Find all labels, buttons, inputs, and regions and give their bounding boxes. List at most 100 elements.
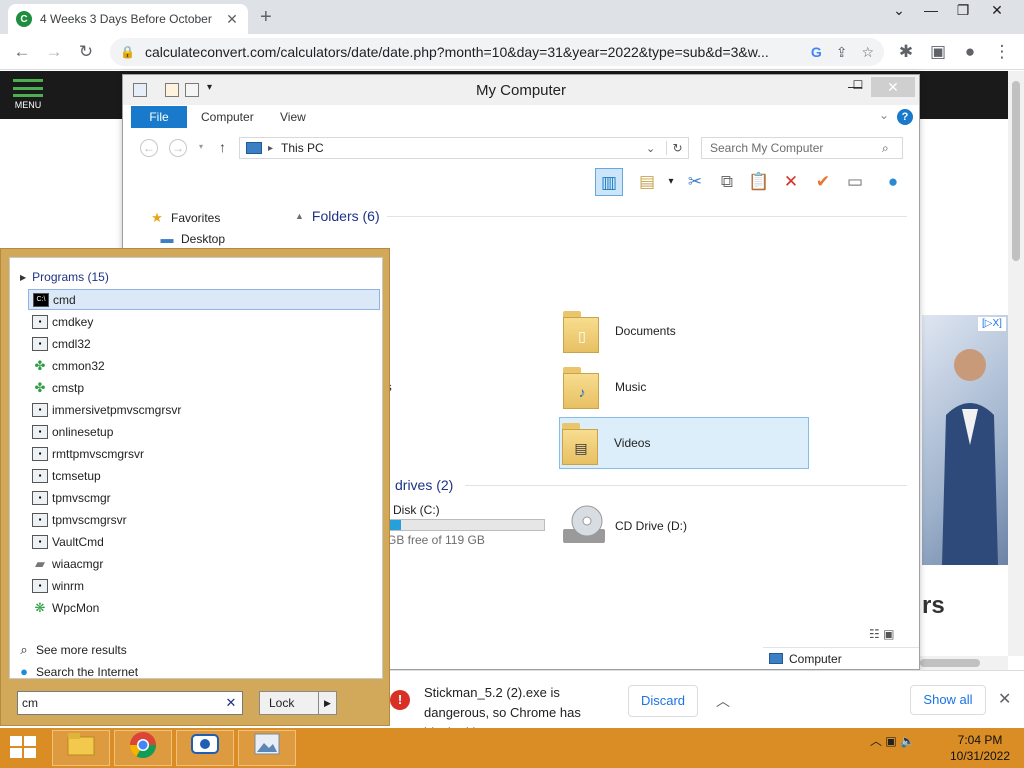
paste-icon[interactable]: 📋 — [745, 168, 773, 196]
explorer-maximize-icon[interactable]: ☐ — [849, 78, 867, 92]
ad-banner[interactable]: [▷X] — [922, 315, 1008, 565]
browser-tab[interactable]: C 4 Weeks 3 Days Before October ✕ — [8, 4, 248, 34]
forward-icon[interactable]: → — [42, 40, 66, 64]
google-icon[interactable]: G — [811, 44, 822, 60]
program-item-wpcmon[interactable]: ❋ WpcMon — [28, 597, 380, 618]
tab-file[interactable]: File — [131, 106, 187, 128]
expand-triangle-icon[interactable]: ▶ — [20, 273, 26, 282]
address-bar[interactable]: 🔒 calculateconvert.com/calculators/date/… — [110, 38, 884, 66]
url-text[interactable]: calculateconvert.com/calculators/date/da… — [145, 44, 797, 60]
photo-viewer-icon[interactable] — [238, 730, 296, 766]
share-icon[interactable]: ⇪ — [836, 44, 848, 61]
discard-button[interactable]: Discard — [628, 685, 698, 717]
explorer-forward-icon[interactable]: → — [169, 139, 187, 157]
breadcrumb-separator-icon[interactable]: ▸ — [268, 143, 273, 154]
nav-desktop[interactable]: ▬ Desktop — [159, 228, 226, 250]
ad-choices-badge[interactable]: [▷X] — [978, 317, 1006, 331]
search-query[interactable]: cm — [22, 696, 224, 710]
program-item-rmttpmvscmgrsvr[interactable]: ▪ rmttpmvscmgrsvr — [28, 443, 380, 464]
layout-pane-icon[interactable]: ▥ — [595, 168, 623, 196]
expand-ribbon-icon[interactable]: ⌄ — [879, 108, 889, 122]
profile-icon[interactable]: ● — [958, 40, 982, 64]
collapse-triangle-icon[interactable]: ▲ — [295, 211, 304, 221]
drives-group-header[interactable]: drives (2) — [395, 477, 453, 493]
program-item-onlinesetup[interactable]: ▪ onlinesetup — [28, 421, 380, 442]
sidepanel-icon[interactable]: ▣ — [926, 40, 950, 64]
program-item-winrm[interactable]: ▪ winrm — [28, 575, 380, 596]
explorer-back-icon[interactable]: ← — [140, 139, 158, 157]
console-app-icon: ▪ — [32, 446, 48, 461]
program-item-cmmon32[interactable]: ✤ cmmon32 — [28, 355, 380, 376]
show-all-button[interactable]: Show all — [910, 685, 986, 715]
program-item-cmstp[interactable]: ✤ cmstp — [28, 377, 380, 398]
address-dropdown-icon[interactable]: ⌄ — [646, 142, 666, 155]
site-menu-button[interactable]: MENU — [8, 79, 48, 110]
program-item-immersivetpmvscmgrsvr[interactable]: ▪ immersivetpmvscmgrsvr — [28, 399, 380, 420]
rename-icon[interactable]: ▭ — [841, 168, 869, 196]
close-download-shelf-icon[interactable]: ✕ — [998, 689, 1011, 709]
download-options-chevron-icon[interactable]: ︿ — [716, 691, 730, 711]
folder-documents[interactable]: ▯ Documents — [561, 305, 811, 357]
back-icon[interactable]: ← — [10, 40, 34, 64]
camera-app-icon[interactable] — [176, 730, 234, 766]
cut-icon[interactable]: ✂ — [681, 168, 709, 196]
view-toggle-icons[interactable]: ☷ ▣ — [869, 627, 894, 641]
program-item-vaultcmd[interactable]: ▪ VaultCmd — [28, 531, 380, 552]
explorer-address-bar[interactable]: ▸ This PC ⌄ ↻ — [239, 137, 689, 159]
extensions-icon[interactable]: ✱ — [894, 40, 918, 64]
power-options-arrow-icon[interactable]: ▶ — [318, 692, 336, 714]
window-close-icon[interactable]: ✕ — [982, 2, 1012, 19]
nav-favorites[interactable]: ★ Favorites — [149, 207, 220, 229]
program-item-tcmsetup[interactable]: ▪ tcmsetup — [28, 465, 380, 486]
tab-search-icon[interactable]: ⌄ — [884, 2, 914, 19]
program-item-tpmvscmgrsvr[interactable]: ▪ tpmvscmgrsvr — [28, 509, 380, 530]
explorer-close-icon[interactable]: ✕ — [871, 77, 915, 97]
window-restore-icon[interactable]: ❐ — [948, 2, 978, 19]
start-button-icon[interactable] — [10, 736, 38, 760]
drive-c[interactable]: Disk (C:) GB free of 119 GB — [381, 499, 565, 551]
lock-button[interactable]: Lock ▶ — [259, 691, 337, 715]
program-item-cmd[interactable]: C:\ cmd — [28, 289, 380, 310]
folder-music[interactable]: ♪ Music — [561, 361, 811, 413]
folder-videos[interactable]: ▤ Videos — [559, 417, 809, 469]
programs-header[interactable]: ▶ Programs (15) — [20, 270, 109, 284]
scrollbar-thumb[interactable] — [920, 659, 980, 667]
breadcrumb-this-pc[interactable]: This PC — [281, 141, 646, 155]
tab-close-icon[interactable]: ✕ — [224, 11, 240, 28]
search-icon[interactable]: ⌕ — [882, 141, 902, 156]
recent-locations-icon[interactable]: ▾ — [199, 142, 203, 151]
program-item-cmdl32[interactable]: ▪ cmdl32 — [28, 333, 380, 354]
file-explorer-icon[interactable] — [52, 730, 110, 766]
system-tray-icons[interactable]: ︿ ▣ 🔈 — [870, 732, 915, 749]
new-tab-icon[interactable]: + — [260, 6, 272, 29]
reload-icon[interactable]: ↻ — [74, 40, 98, 64]
network-globe-icon[interactable]: ● — [879, 168, 907, 196]
search-internet-link[interactable]: ● Search the Internet — [16, 664, 138, 679]
help-icon[interactable]: ? — [897, 109, 913, 125]
program-item-wiaacmgr[interactable]: ▰ wiaacmgr — [28, 553, 380, 574]
lock-icon[interactable]: 🔒 — [120, 45, 135, 59]
scrollbar-thumb[interactable] — [1012, 81, 1020, 261]
program-item-tpmvscmgr[interactable]: ▪ tpmvscmgr — [28, 487, 380, 508]
see-more-results-link[interactable]: ⌕ See more results — [16, 642, 126, 658]
up-icon[interactable]: ↑ — [219, 139, 226, 155]
star-icon[interactable]: ☆ — [861, 44, 874, 61]
select-check-icon[interactable]: ✔ — [809, 168, 837, 196]
tab-view[interactable]: View — [280, 110, 306, 124]
explorer-titlebar[interactable]: ▾ My Computer — ☐ ✕ — [123, 75, 919, 105]
start-search-input[interactable]: cm ✕ — [17, 691, 243, 715]
folders-group-header[interactable]: ▲ Folders (6) — [295, 208, 380, 224]
drive-d[interactable]: CD Drive (D:) — [561, 503, 741, 555]
tab-computer[interactable]: Computer — [201, 110, 254, 124]
chrome-icon[interactable] — [114, 730, 172, 766]
copy-icon[interactable]: ⧉ — [713, 168, 741, 196]
refresh-icon[interactable]: ↻ — [666, 141, 688, 155]
page-vertical-scrollbar[interactable] — [1008, 71, 1024, 656]
explorer-search-input[interactable]: Search My Computer ⌕ — [701, 137, 903, 159]
delete-icon[interactable]: ✕ — [777, 168, 805, 196]
window-minimize-icon[interactable]: — — [916, 2, 946, 18]
clock[interactable]: 7:04 PM 10/31/2022 — [944, 732, 1016, 764]
program-item-cmdkey[interactable]: ▪ cmdkey — [28, 311, 380, 332]
clear-search-icon[interactable]: ✕ — [224, 695, 238, 711]
kebab-menu-icon[interactable]: ⋮ — [990, 40, 1014, 64]
